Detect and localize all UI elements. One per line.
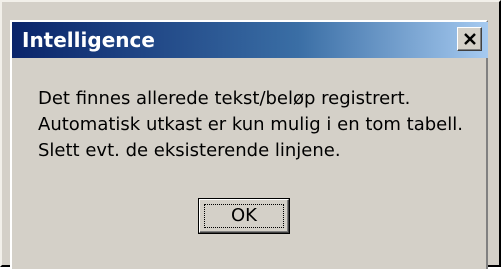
ok-button[interactable]: OK xyxy=(198,198,290,234)
close-button[interactable] xyxy=(457,27,482,51)
ok-button-label: OK xyxy=(231,205,257,226)
title-bar[interactable]: Intelligence xyxy=(12,22,488,58)
message-line: Det finnes allerede tekst/beløp registre… xyxy=(38,88,411,109)
message-dialog: Intelligence Det finnes allerede tekst/b… xyxy=(0,0,501,269)
message-line: Automatisk utkast er kun mulig i en tom … xyxy=(38,114,463,135)
close-icon xyxy=(464,33,476,45)
window-title: Intelligence xyxy=(22,28,155,52)
message-line: Slett evt. de eksisterende linjene. xyxy=(38,140,341,161)
dialog-message: Det finnes allerede tekst/beløp registre… xyxy=(38,86,488,164)
